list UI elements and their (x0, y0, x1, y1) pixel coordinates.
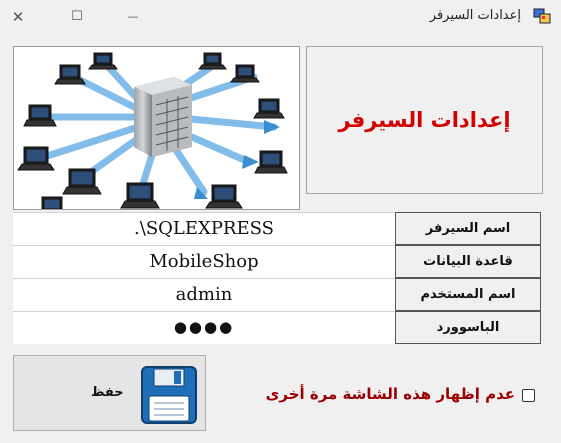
header-panel: إعدادات السيرفر (306, 46, 543, 194)
dont-show-again-label[interactable]: عدم إظهار هذه الشاشة مرة أخرى (266, 385, 515, 403)
save-button[interactable]: حفظ (13, 355, 206, 431)
minimize-button[interactable]: — (118, 0, 148, 33)
page-title: إعدادات السيرفر (338, 108, 511, 132)
server-name-input[interactable]: .\SQLEXPRESS (13, 212, 395, 245)
maximize-button[interactable]: ☐ (62, 0, 92, 33)
app-icon (533, 8, 551, 24)
title-bar: ✕ ☐ — إعدادات السيرفر (0, 0, 561, 33)
server-name-label: اسم السيرفر (395, 212, 541, 245)
username-input[interactable]: admin (13, 278, 395, 311)
window-title: إعدادات السيرفر (429, 8, 521, 23)
username-label: اسم المستخدم (395, 278, 541, 311)
database-name-input[interactable]: MobileShop (13, 245, 395, 278)
password-label: الباسوورد (395, 311, 541, 344)
minimize-icon: — (127, 10, 139, 23)
server-network-icon (17, 52, 288, 209)
save-button-label: حفظ (91, 385, 124, 400)
dont-show-again-checkbox[interactable] (522, 389, 535, 402)
maximize-icon: ☐ (71, 9, 83, 24)
database-name-label: قاعدة البيانات (395, 245, 541, 278)
close-button[interactable]: ✕ (3, 0, 33, 33)
server-network-picture (13, 46, 300, 210)
close-icon: ✕ (11, 7, 25, 26)
password-input[interactable]: ●●●● (13, 311, 395, 344)
floppy-disk-icon (141, 366, 197, 424)
